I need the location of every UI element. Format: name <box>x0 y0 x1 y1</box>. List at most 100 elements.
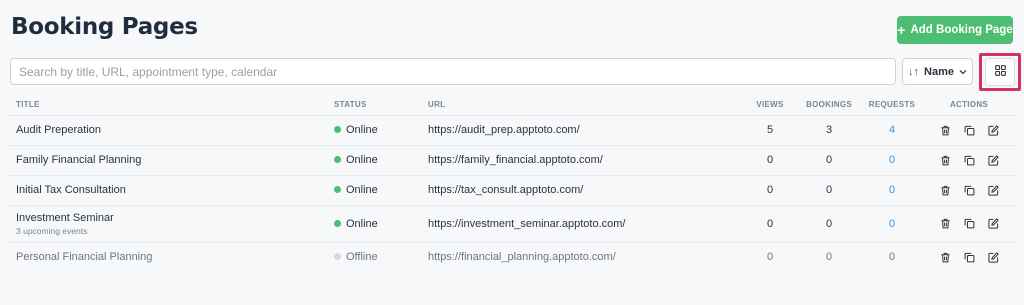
row-actions-cell <box>922 175 1016 206</box>
row-views: 0 <box>744 205 796 243</box>
row-subtitle: 3 upcoming events <box>16 225 88 236</box>
plus-icon: + <box>897 22 906 38</box>
row-bookings: 0 <box>825 251 833 264</box>
row-requests-cell: 0 <box>862 205 922 243</box>
status-dot-icon <box>334 156 341 163</box>
edit-icon[interactable] <box>987 251 999 263</box>
edit-icon[interactable] <box>987 124 999 136</box>
row-requests[interactable]: 0 <box>889 218 895 230</box>
row-bookings: 3 <box>796 115 862 146</box>
row-requests[interactable]: 0 <box>889 184 895 196</box>
row-url[interactable]: https://investment_seminar.apptoto.com/ <box>428 218 626 230</box>
table-row[interactable]: Audit Preperation Online https://audit_p… <box>8 115 1016 146</box>
grid-view-highlight <box>979 53 1021 91</box>
row-title-cell: Personal Financial Planning <box>8 242 334 272</box>
column-header-actions: Actions <box>922 94 1016 116</box>
row-views: 0 <box>744 145 796 176</box>
column-header-bookings[interactable]: Bookings <box>796 94 862 116</box>
row-actions-cell <box>922 242 1016 272</box>
row-url[interactable]: https://financial_planning.apptoto.com/ <box>428 251 616 263</box>
table-row[interactable]: Investment Seminar 3 upcoming events Onl… <box>8 205 1016 243</box>
column-header-title[interactable]: Title <box>8 94 334 116</box>
row-status: Offline <box>346 251 378 264</box>
status-dot-icon <box>334 219 341 227</box>
row-url-cell: https://tax_consult.apptoto.com/ <box>428 175 744 206</box>
row-views: 0 <box>766 251 774 264</box>
row-url[interactable]: https://tax_consult.apptoto.com/ <box>428 184 583 196</box>
status-dot-icon <box>334 126 341 133</box>
row-title-cell: Investment Seminar 3 upcoming events <box>8 205 334 243</box>
sort-label: Name <box>924 65 954 78</box>
row-status-cell: Online <box>334 175 428 206</box>
delete-icon[interactable] <box>940 218 951 229</box>
column-header-views[interactable]: Views <box>744 94 796 116</box>
sort-arrows-icon: ↓↑ <box>908 65 920 78</box>
booking-pages-table: Title Status URL Views Bookings Requests… <box>8 94 1016 272</box>
add-booking-page-label: Add Booking Page <box>910 24 1013 36</box>
table-row[interactable]: Personal Financial Planning Offline http… <box>8 242 1016 272</box>
delete-icon[interactable] <box>940 185 951 196</box>
row-actions-cell <box>922 145 1016 176</box>
edit-icon[interactable] <box>987 218 999 229</box>
sort-dropdown-button[interactable]: ↓↑ Name <box>902 58 973 85</box>
row-views: 0 <box>744 175 796 206</box>
table-row[interactable]: Family Financial Planning Online https:/… <box>8 145 1016 176</box>
column-header-url[interactable]: URL <box>428 94 744 116</box>
row-status-cell: Online <box>334 145 428 176</box>
delete-icon[interactable] <box>940 252 951 263</box>
row-title[interactable]: Audit Preperation <box>16 124 334 136</box>
delete-icon[interactable] <box>940 155 951 166</box>
table-row[interactable]: Initial Tax Consultation Online https://… <box>8 175 1016 206</box>
row-status-cell: Online <box>334 205 428 243</box>
row-title-cell: Audit Preperation <box>8 115 334 146</box>
duplicate-icon[interactable] <box>964 218 975 229</box>
chevron-down-icon <box>959 67 967 77</box>
row-bookings: 0 <box>796 205 862 243</box>
duplicate-icon[interactable] <box>964 185 975 196</box>
row-bookings: 0 <box>796 145 862 176</box>
row-actions-cell <box>922 115 1016 146</box>
row-requests[interactable]: 0 <box>889 154 895 166</box>
row-url-cell: https://financial_planning.apptoto.com/ <box>428 242 744 272</box>
row-requests[interactable]: 4 <box>889 124 895 136</box>
row-title[interactable]: Investment Seminar <box>16 212 334 224</box>
page-title: Booking Pages <box>11 14 198 40</box>
row-requests-cell: 0 <box>862 145 922 176</box>
row-status-cell: Online <box>334 115 428 146</box>
edit-icon[interactable] <box>987 184 999 196</box>
row-requests-cell: 0 <box>862 175 922 206</box>
row-actions-cell <box>922 205 1016 243</box>
table-header-row: Title Status URL Views Bookings Requests… <box>8 94 1016 116</box>
row-requests[interactable]: 0 <box>889 251 895 263</box>
row-url-cell: https://audit_prep.apptoto.com/ <box>428 115 744 146</box>
row-status: Online <box>346 184 378 196</box>
add-booking-page-button[interactable]: + Add Booking Page <box>897 16 1013 44</box>
row-bookings: 0 <box>796 175 862 206</box>
row-url[interactable]: https://family_financial.apptoto.com/ <box>428 154 603 166</box>
search-input[interactable] <box>10 58 896 85</box>
row-url-cell: https://family_financial.apptoto.com/ <box>428 145 744 176</box>
grid-view-button[interactable] <box>985 58 1015 86</box>
row-title[interactable]: Family Financial Planning <box>16 154 334 166</box>
row-title-cell: Initial Tax Consultation <box>8 175 334 206</box>
status-dot-icon <box>334 186 341 193</box>
row-url[interactable]: https://audit_prep.apptoto.com/ <box>428 124 580 136</box>
edit-icon[interactable] <box>987 154 999 166</box>
row-requests-cell: 0 <box>862 242 922 272</box>
row-status-cell: Offline <box>334 242 428 272</box>
duplicate-icon[interactable] <box>964 155 975 166</box>
row-url-cell: https://investment_seminar.apptoto.com/ <box>428 205 744 243</box>
duplicate-icon[interactable] <box>964 252 975 263</box>
grid-view-icon <box>994 63 1006 81</box>
row-title-cell: Family Financial Planning <box>8 145 334 176</box>
duplicate-icon[interactable] <box>964 125 975 136</box>
delete-icon[interactable] <box>940 125 951 136</box>
row-status: Online <box>346 154 378 166</box>
column-header-requests[interactable]: Requests <box>862 94 922 116</box>
row-status: Online <box>346 217 378 230</box>
row-status: Online <box>346 124 378 136</box>
row-title[interactable]: Initial Tax Consultation <box>16 184 334 196</box>
column-header-status[interactable]: Status <box>334 94 428 116</box>
row-requests-cell: 4 <box>862 115 922 146</box>
row-title[interactable]: Personal Financial Planning <box>16 251 334 263</box>
